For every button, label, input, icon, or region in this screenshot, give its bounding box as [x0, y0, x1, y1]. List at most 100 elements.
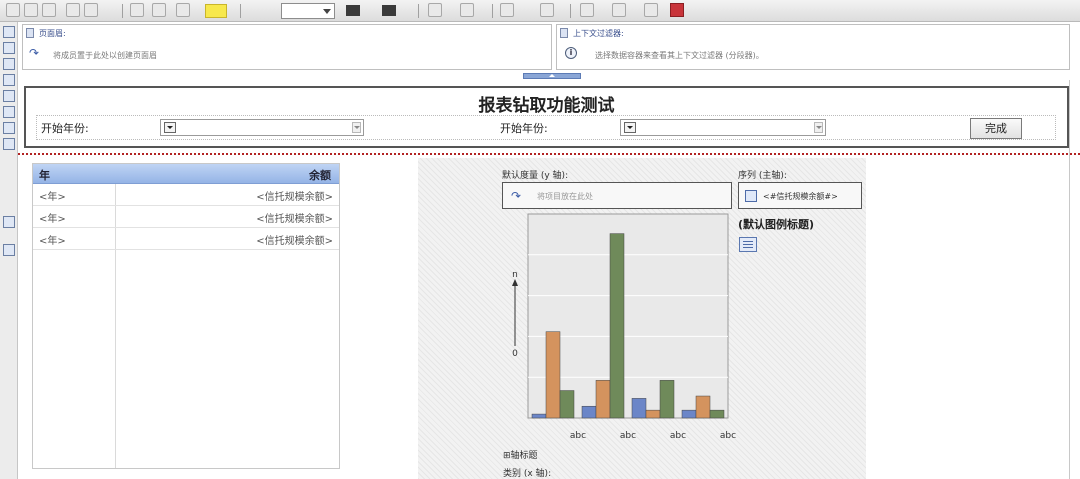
pane-icon[interactable]	[3, 122, 15, 134]
toolbar-separator	[418, 4, 419, 18]
pane-icon[interactable]	[3, 90, 15, 102]
start-year-select[interactable]	[160, 119, 364, 136]
bar-chart-icon	[745, 190, 757, 202]
toolbar-separator	[570, 4, 571, 18]
toolbar-separator	[240, 4, 241, 18]
copy-icon[interactable]	[84, 3, 98, 17]
lock-icon[interactable]	[644, 3, 658, 17]
x-tick-label: abc	[670, 431, 686, 441]
chevron-down-icon[interactable]	[814, 122, 823, 133]
undo-icon[interactable]	[130, 3, 144, 17]
select-value-icon	[624, 122, 636, 133]
drop-arrow-icon: ↷	[511, 189, 522, 203]
summary-icon[interactable]	[580, 3, 594, 17]
pane-icon[interactable]	[3, 42, 15, 54]
list-row[interactable]: <年> <信托规模余额>	[33, 184, 339, 206]
save-icon[interactable]	[42, 3, 56, 17]
sort-icon[interactable]	[540, 3, 554, 17]
drop-arrow-icon: ↷	[29, 46, 40, 60]
cell-year: <年>	[39, 214, 66, 225]
y-axis-arrow	[512, 279, 518, 286]
prompt-block: 报表钻取功能测试 开始年份: 开始年份: 完成	[24, 86, 1069, 148]
bar	[595, 380, 611, 419]
context-filter-title: 上下文过滤器:	[573, 29, 624, 38]
series-item[interactable]: <#信托规模余额#>	[763, 191, 838, 202]
select-value-icon	[164, 122, 176, 133]
highlight-color-icon[interactable]	[205, 4, 227, 18]
legend-title[interactable]: (默认图例标题)	[738, 216, 814, 232]
drill-icon[interactable]	[612, 3, 626, 17]
pane-icon[interactable]	[3, 138, 15, 150]
bar	[581, 405, 597, 419]
properties-icon[interactable]	[3, 244, 15, 256]
cell-balance: <信托规模余额>	[256, 214, 333, 225]
page-header-panel[interactable]: 页面眉: ↷ 将成员置于此处以创建页面眉	[22, 24, 552, 70]
list-header: 年 余额	[33, 164, 339, 184]
x-tick-label: abc	[720, 431, 736, 441]
new-icon[interactable]	[6, 3, 20, 17]
fill-color-icon[interactable]	[346, 5, 360, 16]
context-filter-icon	[560, 28, 568, 38]
redo-icon[interactable]	[152, 3, 166, 17]
x-axis-drop-label: 类别 (x 轴):	[503, 469, 552, 479]
bar	[695, 395, 711, 419]
format-icon[interactable]	[176, 3, 190, 17]
stop-icon[interactable]	[670, 3, 684, 17]
y-tick-label: n	[512, 270, 518, 280]
column-header-balance[interactable]: 余额	[309, 167, 331, 183]
open-icon[interactable]	[24, 3, 38, 17]
data-list[interactable]: 年 余额 <年> <信托规模余额> <年> <信托规模余额> <年> <信托规模…	[32, 163, 340, 469]
cell-year: <年>	[39, 236, 66, 247]
pane-icon[interactable]	[3, 106, 15, 118]
finish-button[interactable]: 完成	[970, 118, 1022, 139]
bar	[709, 409, 725, 419]
bar	[609, 233, 625, 419]
bar	[559, 390, 575, 419]
page-header-icon	[26, 28, 34, 38]
y-axis-drop-label: 默认度量 (y 轴):	[502, 171, 569, 181]
x-tick-label: abc	[620, 431, 636, 441]
left-strip	[0, 22, 18, 479]
page-header-title: 页面眉:	[39, 29, 66, 38]
pane-icon[interactable]	[3, 26, 15, 38]
bar	[659, 380, 675, 419]
align-icon[interactable]	[428, 3, 442, 17]
toolbar-separator	[492, 4, 493, 18]
y-axis-drop-zone[interactable]: ↷ 将项目放在此处	[502, 182, 732, 209]
cell-balance: <信托规模余额>	[256, 192, 333, 203]
pane-icon[interactable]	[3, 74, 15, 86]
bar-chart[interactable]: n 0 abc abc abc abc	[500, 210, 740, 460]
filter-icon[interactable]	[500, 3, 514, 17]
toolbar-separator	[122, 4, 123, 18]
pane-icon[interactable]	[3, 58, 15, 70]
page-header-hint: 将成员置于此处以创建页面眉	[53, 51, 157, 60]
explorer-icon[interactable]	[3, 216, 15, 228]
toolbar	[0, 0, 1080, 22]
list-row[interactable]: <年> <信托规模余额>	[33, 206, 339, 228]
start-year-select[interactable]	[620, 119, 826, 136]
series-drop-label: 序列 (主轴):	[738, 171, 787, 181]
zoom-combo[interactable]	[281, 3, 335, 19]
context-filter-panel[interactable]: 上下文过滤器: i 选择数据容器来查看其上下文过滤器 (分段器)。	[556, 24, 1070, 70]
group-icon[interactable]	[460, 3, 474, 17]
page-body-divider	[18, 153, 1080, 155]
bar	[631, 398, 647, 419]
series-drop-zone[interactable]: <#信托规模余额#>	[738, 182, 862, 209]
bar	[545, 331, 561, 419]
cell-year: <年>	[39, 192, 66, 203]
axis-title-toggle[interactable]: ⊞轴标题	[503, 448, 538, 461]
cut-icon[interactable]	[66, 3, 80, 17]
border-icon[interactable]	[382, 5, 396, 16]
column-header-year[interactable]: 年	[39, 167, 50, 183]
list-row[interactable]: <年> <信托规模余额>	[33, 228, 339, 250]
collapse-header-toggle[interactable]	[523, 73, 581, 79]
bar	[531, 413, 547, 419]
drop-hint: 将项目放在此处	[537, 192, 593, 201]
page-right-edge	[1069, 80, 1070, 479]
bar	[645, 409, 661, 419]
chevron-down-icon[interactable]	[352, 122, 361, 133]
report-title: 报表钻取功能测试	[478, 96, 615, 116]
cell-balance: <信托规模余额>	[256, 236, 333, 247]
context-filter-hint: 选择数据容器来查看其上下文过滤器 (分段器)。	[595, 51, 764, 60]
legend-icon[interactable]	[739, 237, 757, 252]
